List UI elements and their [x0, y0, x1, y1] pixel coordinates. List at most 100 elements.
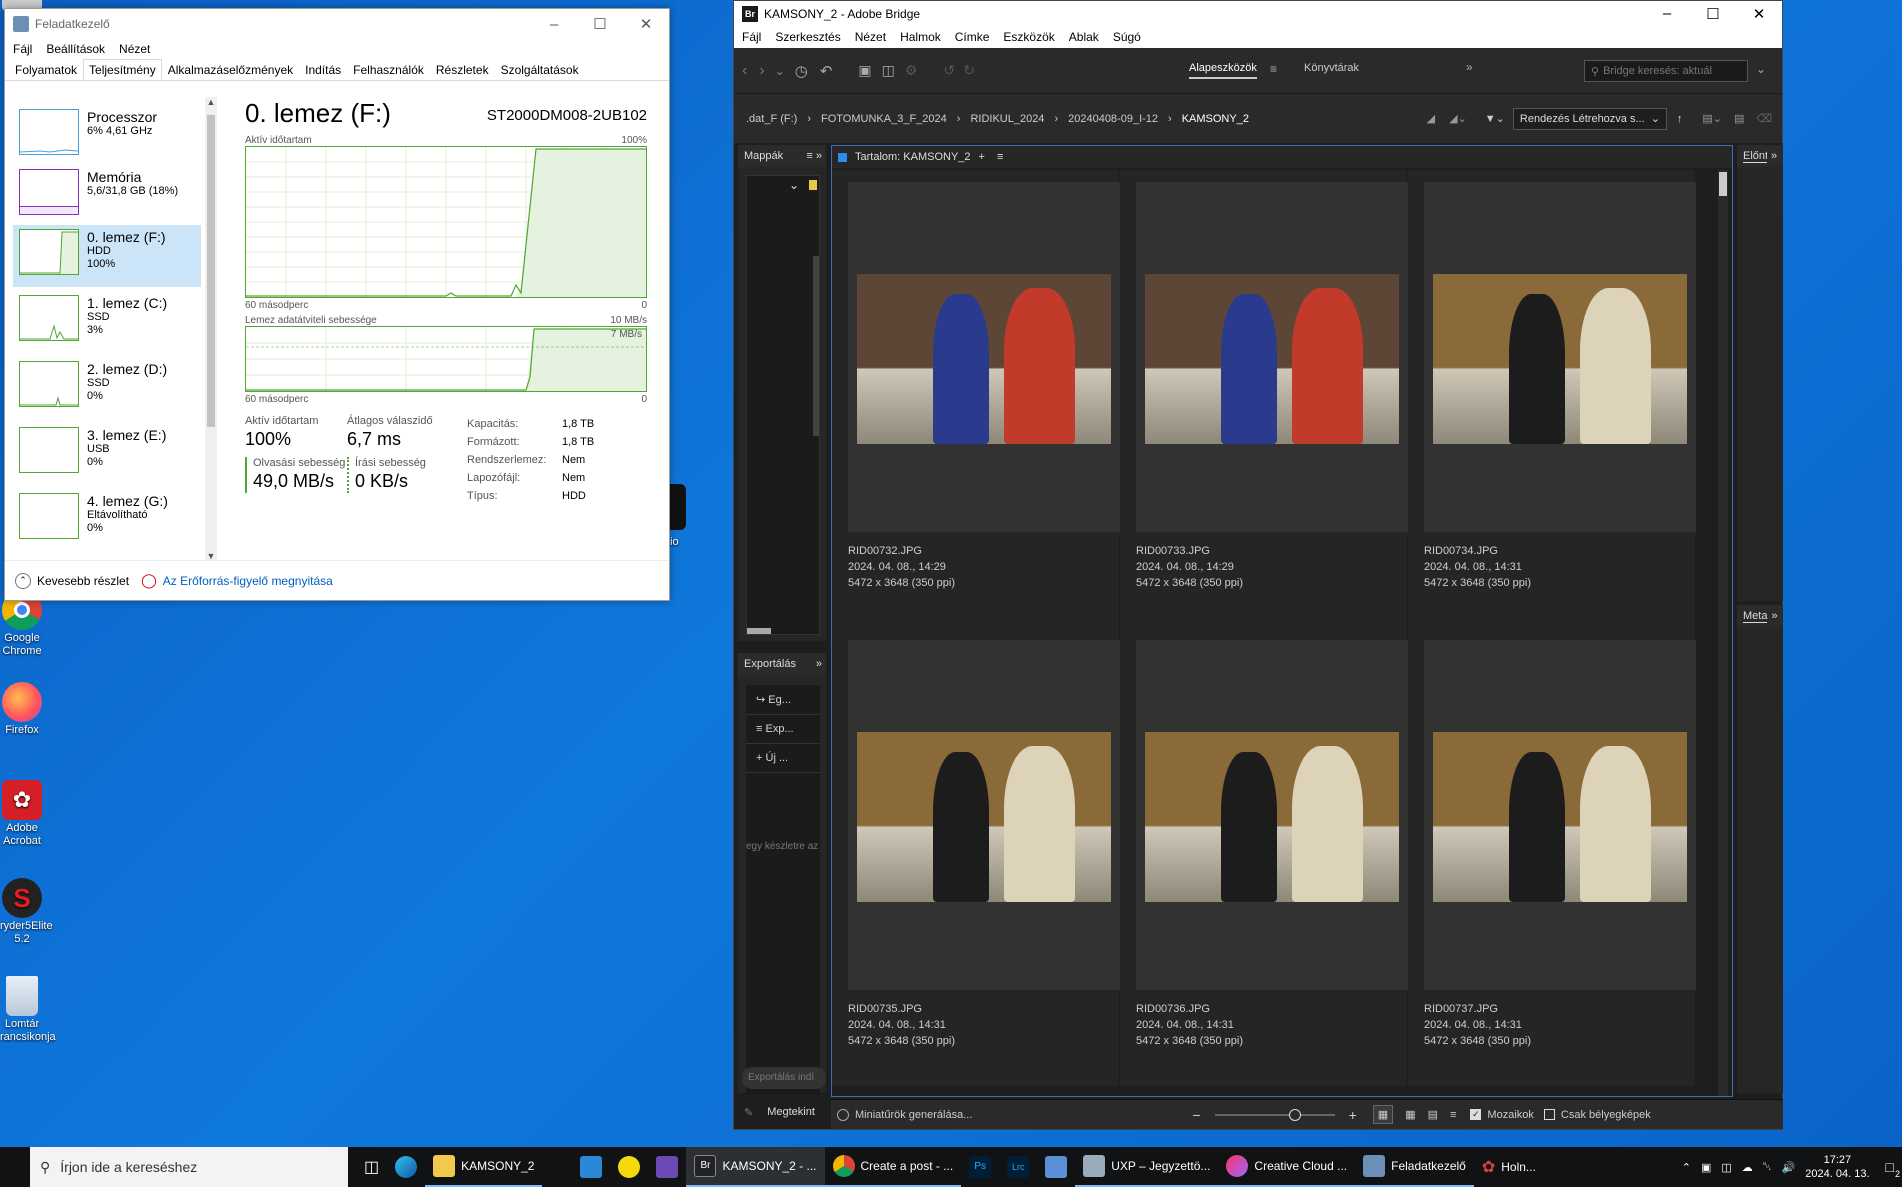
view-label[interactable]: Megtekint	[767, 1106, 815, 1118]
thumbnail-cell[interactable]: RID00732.JPG 2024. 04. 08., 14:29 5472 x 3…	[832, 170, 1120, 628]
export-item[interactable]: + Új ...	[746, 744, 820, 773]
thumbnail-size-slider[interactable]	[1214, 1108, 1335, 1121]
tab-app-history[interactable]: Alkalmazáselőzmények	[162, 59, 299, 80]
save-taskbar-button[interactable]	[648, 1147, 686, 1187]
filter-icon[interactable]: ▼⌄	[1485, 112, 1505, 125]
slider-handle[interactable]	[1288, 1108, 1301, 1121]
list-view-icon[interactable]: ≡	[1450, 1109, 1456, 1121]
sidebar-item-disk-c[interactable]: 1. lemez (C:) SSD 3%	[13, 291, 201, 353]
menu-options[interactable]: Beállítások	[46, 42, 105, 56]
tiles-checkbox[interactable]: ✓	[1470, 1109, 1482, 1120]
workspace-libraries[interactable]: Könyvtárak	[1304, 62, 1359, 74]
tray-cloud-icon[interactable]: ☁	[1742, 1161, 1753, 1174]
folder-icon[interactable]: ▤	[1734, 112, 1744, 125]
grid-view-icon[interactable]: ▦	[1372, 1105, 1394, 1124]
sort-dropdown[interactable]: Rendezés Létrehozva s... ⌄	[1512, 107, 1667, 130]
sidebar-item-disk-g[interactable]: 4. lemez (G:) Eltávolítható 0%	[13, 489, 201, 551]
zoom-out-icon[interactable]: −	[1192, 1107, 1200, 1123]
sticky-taskbar-button[interactable]	[610, 1147, 648, 1187]
chevron-down-icon[interactable]: ⌄	[789, 178, 799, 192]
expand-icon[interactable]: »	[816, 658, 822, 670]
preview-panel-title[interactable]: Előnt	[1743, 150, 1767, 163]
menu-tools[interactable]: Eszközök	[1003, 30, 1054, 44]
breadcrumb-item[interactable]: .dat_F (F:)	[746, 113, 797, 125]
desktop-icon-recycle-bin[interactable]: Lomtár rancsikonja	[0, 976, 56, 1044]
photo-thumbnail[interactable]	[1145, 732, 1399, 902]
photoshop-taskbar-button[interactable]: Ps	[961, 1147, 999, 1187]
scrollbar-thumb[interactable]	[1719, 172, 1727, 196]
tab-details[interactable]: Részletek	[430, 59, 495, 80]
chevron-up-icon[interactable]: ⌃	[1682, 1161, 1691, 1174]
boomerang-icon[interactable]: ↶	[820, 62, 833, 80]
sidebar-scrollbar[interactable]: ▲ ▼	[205, 97, 217, 561]
maximize-button[interactable]: ☐	[577, 9, 623, 39]
search-input[interactable]: ⚲ Bridge keresés: aktuál	[1584, 60, 1748, 82]
sidebar-item-cpu[interactable]: Processzor 6% 4,61 GHz	[13, 105, 201, 167]
edge-taskbar-button[interactable]	[387, 1147, 425, 1187]
zoom-in-icon[interactable]: +	[1349, 1107, 1357, 1123]
lightroom-taskbar-button[interactable]: Lrc	[999, 1147, 1037, 1187]
folders-panel-title[interactable]: Mappák	[744, 150, 783, 162]
wifi-icon[interactable]: ␀	[1763, 1161, 1772, 1174]
photo-thumbnail[interactable]	[857, 274, 1111, 444]
taskbar-app-chrome[interactable]: Create a post - ...	[824, 1147, 962, 1187]
tab-processes[interactable]: Folyamatok	[9, 59, 83, 80]
menu-file[interactable]: Fájl	[742, 30, 761, 44]
desktop-icon-spyder[interactable]: S ryder5Elite 5.2	[0, 878, 53, 946]
export-item[interactable]: ↪ Eg...	[746, 685, 820, 715]
tab-startup[interactable]: Indítás	[299, 59, 347, 80]
tray-power-icon[interactable]: ◫	[1721, 1161, 1731, 1174]
chevron-down-icon[interactable]: ⌄	[775, 64, 785, 78]
menu-view[interactable]: Nézet	[119, 42, 150, 56]
search-options-icon[interactable]: ⌄	[1756, 62, 1766, 76]
export-item[interactable]: ≡ Exp...	[746, 715, 820, 744]
tab-performance[interactable]: Teljesítmény	[83, 59, 162, 80]
minimize-button[interactable]: –	[1644, 1, 1690, 26]
bridge-titlebar[interactable]: Br KAMSONY_2 - Adobe Bridge – ☐ ✕	[734, 1, 1782, 26]
start-export-button[interactable]: Exportálás indí	[742, 1067, 826, 1089]
expand-icon[interactable]: »	[1771, 150, 1777, 162]
menu-stacks[interactable]: Halmok	[900, 30, 941, 44]
recent-icon[interactable]: ◷	[795, 62, 808, 80]
task-view-icon[interactable]: ◫	[356, 1147, 387, 1187]
taskbar-app-explorer[interactable]: KAMSONY_2	[425, 1147, 543, 1187]
resource-monitor-link-label[interactable]: Az Erőforrás-figyelő megnyitása	[163, 574, 333, 588]
workspace-menu-icon[interactable]: ≡	[1270, 62, 1277, 76]
weather-widget[interactable]: ✿ Holn...	[1474, 1147, 1544, 1187]
sidebar-item-disk-f[interactable]: 0. lemez (F:) HDD 100%	[13, 225, 201, 287]
sidebar-item-memory[interactable]: Memória 5,6/31,8 GB (18%)	[13, 165, 201, 227]
thumbnail-frame[interactable]	[848, 640, 1120, 990]
thumbnail-frame[interactable]	[1424, 640, 1696, 990]
expand-icon[interactable]: »	[1771, 610, 1777, 622]
breadcrumb-item[interactable]: RIDIKUL_2024	[970, 113, 1044, 125]
rotate-left-icon[interactable]: ↺	[943, 62, 955, 79]
close-button[interactable]: ✕	[1736, 1, 1782, 26]
tab-users[interactable]: Felhasználók	[347, 59, 430, 80]
menu-edit[interactable]: Szerkesztés	[775, 30, 840, 44]
thumbnail-frame[interactable]	[1136, 182, 1408, 532]
workspace-essentials[interactable]: Alapeszközök	[1189, 62, 1257, 79]
app-taskbar-button[interactable]	[1037, 1147, 1075, 1187]
thumbnail-cell[interactable]: RID00734.JPG 2024. 04. 08., 14:31 5472 x 3…	[1408, 170, 1696, 628]
taskbar-search-input[interactable]: ⚲ Írjon ide a kereséshez	[30, 1147, 348, 1187]
taskbar-app-creative-cloud[interactable]: Creative Cloud ...	[1218, 1147, 1356, 1187]
panel-menu-icon[interactable]: ≡	[997, 151, 1003, 163]
thumbnail-cell[interactable]: RID00736.JPG 2024. 04. 08., 14:31 5472 x 3…	[1120, 628, 1408, 1086]
metadata-panel-title[interactable]: Meta	[1743, 610, 1768, 623]
pen-icon[interactable]: ✎	[744, 1106, 753, 1119]
fewer-details-button[interactable]: ⌃ Kevesebb részlet	[15, 572, 129, 589]
scroll-up-icon[interactable]: ▲	[205, 97, 217, 107]
sync-icon[interactable]: ⚙	[905, 62, 918, 79]
photo-thumbnail[interactable]	[1145, 274, 1399, 444]
photo-thumbnail[interactable]	[1433, 732, 1687, 902]
minimize-button[interactable]: –	[531, 9, 577, 39]
new-folder-menu-icon[interactable]: ▤⌄	[1702, 112, 1722, 125]
detail-view-icon[interactable]: ▤	[1428, 1108, 1438, 1121]
menu-label[interactable]: Címke	[955, 30, 990, 44]
desktop-icon-acrobat[interactable]: ✿ Adobe Acrobat	[0, 780, 44, 848]
sidebar-item-disk-e[interactable]: 3. lemez (E:) USB 0%	[13, 423, 201, 485]
thumbnail-view-icon[interactable]: ▦	[1405, 1108, 1415, 1121]
thumbnail-cell[interactable]: RID00733.JPG 2024. 04. 08., 14:29 5472 x 3…	[1120, 170, 1408, 628]
photo-thumbnail[interactable]	[857, 732, 1111, 902]
back-icon[interactable]: ‹	[742, 62, 747, 80]
